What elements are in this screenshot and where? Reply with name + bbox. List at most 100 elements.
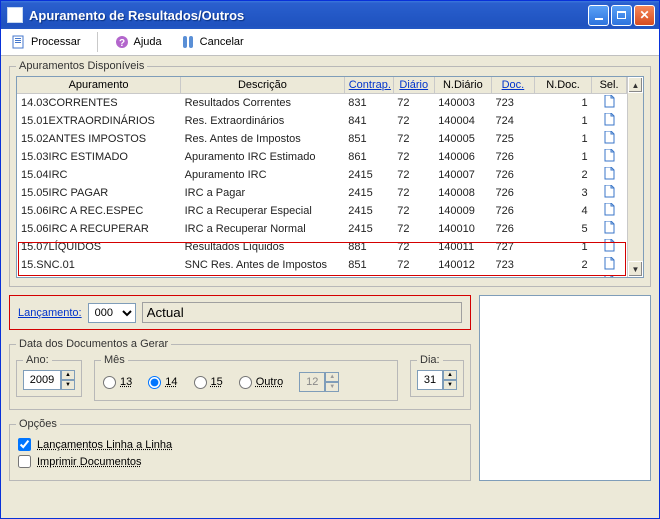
- cell-ndoc: 3: [534, 184, 591, 202]
- processar-label: Processar: [31, 36, 81, 48]
- vertical-scrollbar[interactable]: ▲ ▼: [627, 77, 643, 277]
- cell-ndoc: 1: [534, 112, 591, 130]
- cell-ndiario: 140012: [434, 256, 491, 274]
- ano-up[interactable]: ▲: [61, 370, 75, 380]
- opcoes-legend: Opções: [16, 418, 60, 430]
- scroll-down-button[interactable]: ▼: [628, 261, 643, 277]
- lancamento-select[interactable]: 000: [88, 303, 136, 323]
- cell-diario: 72: [393, 94, 434, 113]
- cell-apuramento: 15.SNC.02: [17, 274, 181, 277]
- cell-sel[interactable]: [592, 184, 627, 202]
- cell-ndoc: 1: [534, 130, 591, 148]
- cell-contrap: 861: [344, 148, 393, 166]
- table-row[interactable]: 15.02ANTES IMPOSTOSRes. Antes de Imposto…: [17, 130, 627, 148]
- cell-sel[interactable]: [592, 94, 627, 113]
- table-row[interactable]: 15.06IRC A RECUPERARIRC a Recuperar Norm…: [17, 220, 627, 238]
- col-ndoc[interactable]: N.Doc.: [534, 77, 591, 94]
- cell-ndoc: 1: [534, 148, 591, 166]
- table-row[interactable]: 15.06IRC A REC.ESPECIRC a Recuperar Espe…: [17, 202, 627, 220]
- dia-input[interactable]: [417, 370, 443, 390]
- cell-apuramento: 15.06IRC A RECUPERAR: [17, 220, 181, 238]
- table-row[interactable]: 14.03CORRENTESResultados Correntes831721…: [17, 94, 627, 113]
- apuramentos-legend: Apuramentos Disponíveis: [16, 60, 147, 72]
- data-docs-group: Data dos Documentos a Gerar Ano: ▲▼ Mês: [9, 338, 471, 410]
- table-row[interactable]: 15.04IRCApuramento IRC2415721400077262: [17, 166, 627, 184]
- cell-contrap: 831: [344, 94, 393, 113]
- apuramentos-group: Apuramentos Disponíveis Apuramento Descr…: [9, 60, 651, 287]
- cell-ndoc: 1: [534, 94, 591, 113]
- cell-apuramento: 15.03IRC ESTIMADO: [17, 148, 181, 166]
- processar-button[interactable]: Processar: [7, 32, 85, 52]
- cell-apuramento: 15.06IRC A REC.ESPEC: [17, 202, 181, 220]
- ano-label: Ano:: [23, 354, 52, 366]
- ano-down[interactable]: ▼: [61, 380, 75, 390]
- cell-ndiario: 140007: [434, 166, 491, 184]
- cell-ndoc: 3: [534, 274, 591, 277]
- cell-diario: 72: [393, 220, 434, 238]
- mes-outro-input: [299, 372, 325, 392]
- cell-contrap: 841: [344, 112, 393, 130]
- cell-sel[interactable]: [592, 238, 627, 256]
- table-row[interactable]: 15.03IRC ESTIMADOApuramento IRC Estimado…: [17, 148, 627, 166]
- cell-contrap: 2415: [344, 166, 393, 184]
- close-button[interactable]: ✕: [634, 5, 655, 26]
- cell-descricao: Resultados Líquidos: [181, 238, 345, 256]
- opcoes-group: Opções Lançamentos Linha a Linha Imprimi…: [9, 418, 471, 481]
- cell-sel[interactable]: [592, 220, 627, 238]
- mes-radio-15[interactable]: 15: [194, 376, 223, 389]
- minimize-button[interactable]: [588, 5, 609, 26]
- table-row[interactable]: 15.SNC.02SNC Resultados Liquidos88172140…: [17, 274, 627, 277]
- help-icon: ?: [114, 34, 130, 50]
- cancel-icon: [180, 34, 196, 50]
- table-row[interactable]: 15.05IRC PAGARIRC a Pagar241572140008726…: [17, 184, 627, 202]
- scroll-up-button[interactable]: ▲: [628, 77, 643, 93]
- cancelar-button[interactable]: Cancelar: [176, 32, 248, 52]
- cell-sel[interactable]: [592, 274, 627, 277]
- cell-doc: 726: [491, 202, 534, 220]
- cell-sel[interactable]: [592, 202, 627, 220]
- mes-radio-13[interactable]: 13: [103, 376, 132, 389]
- cell-sel[interactable]: [592, 166, 627, 184]
- mes-radio-outro[interactable]: Outro: [239, 376, 284, 389]
- cell-ndiario: 140004: [434, 112, 491, 130]
- dia-down[interactable]: ▼: [443, 380, 457, 390]
- col-apuramento[interactable]: Apuramento: [17, 77, 181, 94]
- opt-imprimir[interactable]: Imprimir Documentos: [18, 455, 462, 468]
- table-row[interactable]: 15.01EXTRAORDINÁRIOSRes. Extraordinários…: [17, 112, 627, 130]
- cell-descricao: Res. Extraordinários: [181, 112, 345, 130]
- cell-sel[interactable]: [592, 112, 627, 130]
- cell-doc: 726: [491, 220, 534, 238]
- cell-contrap: 2415: [344, 220, 393, 238]
- cell-sel[interactable]: [592, 148, 627, 166]
- cell-doc: 723: [491, 94, 534, 113]
- lancamento-label[interactable]: Lançamento:: [18, 307, 82, 319]
- cancelar-label: Cancelar: [200, 36, 244, 48]
- cell-contrap: 881: [344, 274, 393, 277]
- table-row[interactable]: 15.07LÍQUIDOSResultados Líquidos88172140…: [17, 238, 627, 256]
- ano-input[interactable]: [23, 370, 61, 390]
- col-sel[interactable]: Sel.: [592, 77, 627, 94]
- cell-doc: 726: [491, 148, 534, 166]
- cell-diario: 72: [393, 274, 434, 277]
- col-diario[interactable]: Diário: [393, 77, 434, 94]
- cell-apuramento: 15.04IRC: [17, 166, 181, 184]
- maximize-button[interactable]: [611, 5, 632, 26]
- lancamento-box: Lançamento: 000: [9, 295, 471, 330]
- col-doc[interactable]: Doc.: [491, 77, 534, 94]
- col-descricao[interactable]: Descrição: [181, 77, 345, 94]
- cell-diario: 72: [393, 112, 434, 130]
- cell-ndiario: 140013: [434, 274, 491, 277]
- cell-sel[interactable]: [592, 256, 627, 274]
- grid[interactable]: Apuramento Descrição Contrap. Diário N.D…: [16, 76, 644, 278]
- opt-linha[interactable]: Lançamentos Linha a Linha: [18, 438, 462, 451]
- mes-radio-14[interactable]: 14: [148, 376, 177, 389]
- process-icon: [11, 34, 27, 50]
- ajuda-button[interactable]: ? Ajuda: [110, 32, 166, 52]
- cell-sel[interactable]: [592, 130, 627, 148]
- col-ndiario[interactable]: N.Diário: [434, 77, 491, 94]
- cell-ndiario: 140003: [434, 94, 491, 113]
- table-row[interactable]: 15.SNC.01SNC Res. Antes de Impostos85172…: [17, 256, 627, 274]
- cell-descricao: Apuramento IRC: [181, 166, 345, 184]
- col-contrap[interactable]: Contrap.: [344, 77, 393, 94]
- dia-up[interactable]: ▲: [443, 370, 457, 380]
